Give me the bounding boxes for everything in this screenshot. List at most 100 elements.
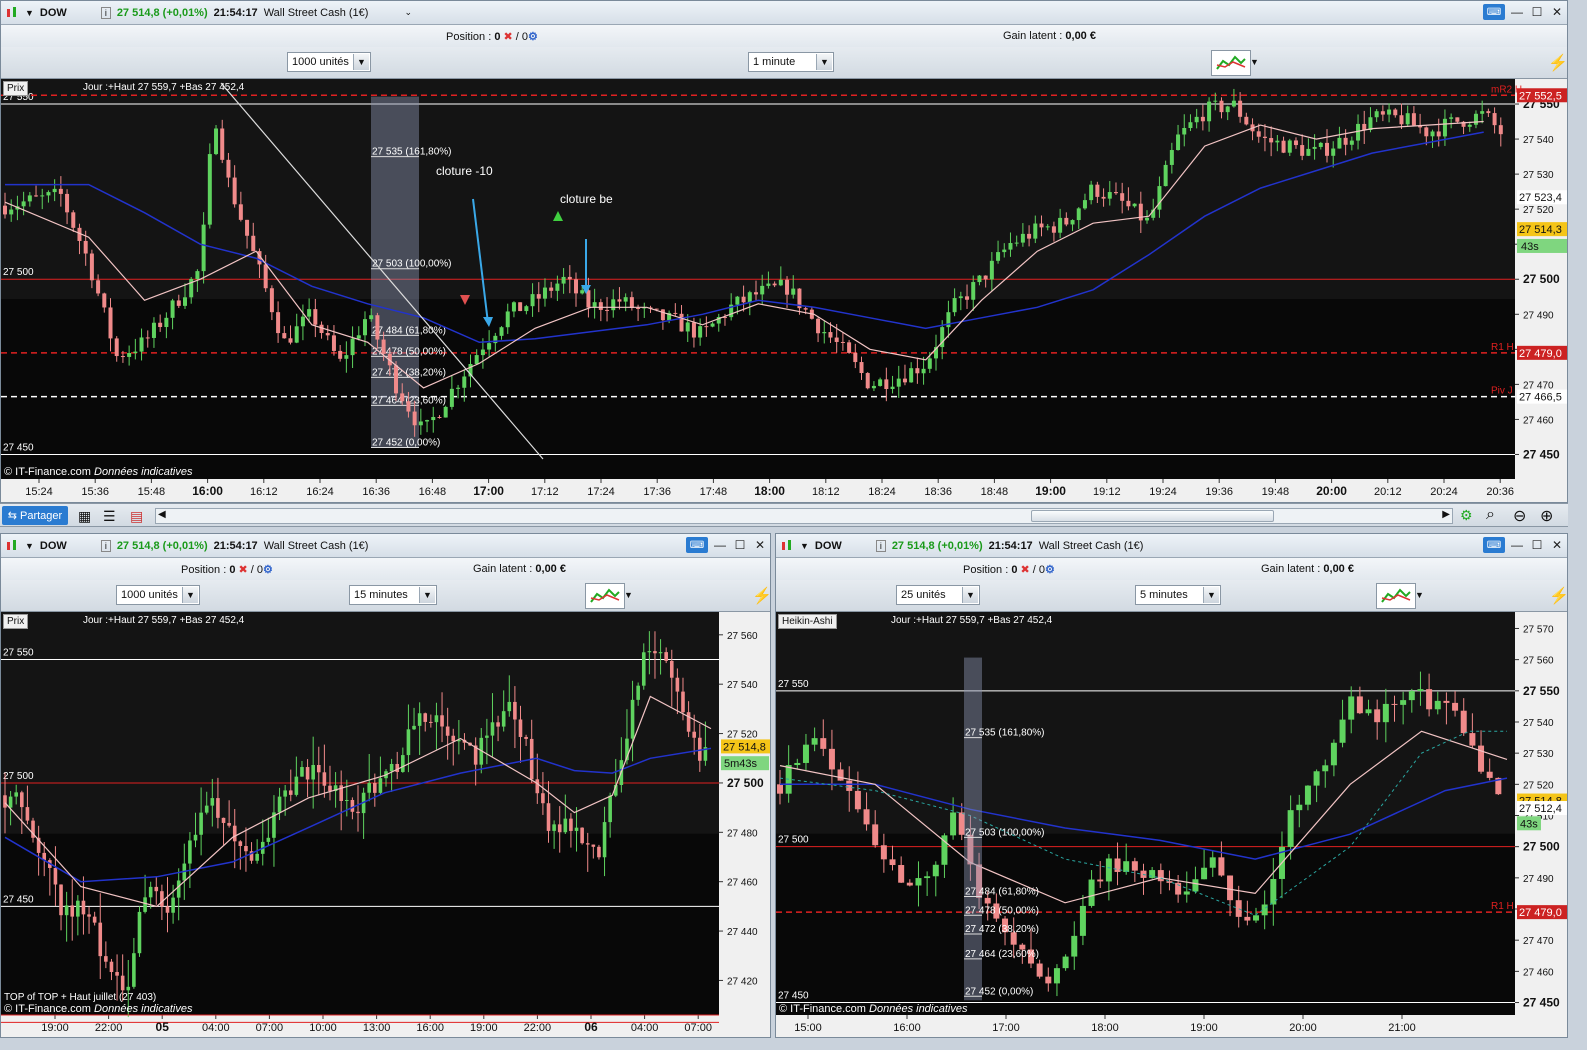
maximize-icon[interactable]: ☐ xyxy=(732,537,748,553)
time-tick-label: 16:00 xyxy=(192,484,223,498)
layout-icon[interactable]: ▦ xyxy=(78,508,91,525)
units-select[interactable]: 1000 unités ▼ xyxy=(116,585,200,605)
chart-style-dropdown-icon[interactable]: ▼ xyxy=(1415,590,1424,600)
left-toolbar: 1000 unités ▼ 15 minutes ▼ ▼ ⚡ xyxy=(1,580,770,612)
keyboard-icon[interactable]: ⌨ xyxy=(1483,537,1505,553)
candle-body xyxy=(8,796,13,808)
candle-body xyxy=(691,322,696,338)
plot-background-lower xyxy=(1,299,1515,479)
symbol-dropdown-icon[interactable]: ▼ xyxy=(25,541,34,551)
candle-body xyxy=(1088,879,1095,906)
list-icon[interactable]: ☰ xyxy=(103,508,116,525)
candle-body xyxy=(1238,100,1243,117)
scroll-right-icon[interactable]: ▶ xyxy=(1442,509,1450,520)
maximize-icon[interactable]: ☐ xyxy=(1529,4,1545,20)
candle-body xyxy=(1036,963,1043,977)
candle-body xyxy=(859,362,864,374)
candle-body xyxy=(151,322,156,338)
minimize-icon[interactable]: — xyxy=(712,537,728,553)
candle-body xyxy=(915,878,922,886)
zoom-fit-icon[interactable]: ⌕ xyxy=(1486,506,1495,524)
right-titlebar[interactable]: ▼ DOW i 27 514,8 (+0,01%) 21:54:17 Wall … xyxy=(776,534,1567,558)
scroll-thumb[interactable] xyxy=(1031,510,1274,522)
candle-body xyxy=(958,812,965,835)
candle-body xyxy=(524,306,529,312)
left-chart-area[interactable]: 27 550 27 500 27 450 27 420 27 440 27 460 27 4… xyxy=(1,612,770,1037)
timeframe-select[interactable]: 1 minute ▼ xyxy=(748,52,834,72)
scroll-left-icon[interactable]: ◀ xyxy=(158,509,166,520)
candle-body xyxy=(896,378,901,387)
candle-body xyxy=(1200,116,1205,122)
units-select[interactable]: 25 unités ▼ xyxy=(896,585,980,605)
candle-body xyxy=(518,719,523,737)
candle-body xyxy=(434,715,439,723)
close-icon[interactable]: ✕ xyxy=(1549,4,1565,20)
time-tick-label: 15:00 xyxy=(794,1022,822,1034)
chart-style-button[interactable] xyxy=(1211,50,1251,76)
time-tick-label: 16:12 xyxy=(250,486,278,498)
left-titlebar[interactable]: ▼ DOW i 27 514,8 (+0,01%) 21:54:17 Wall … xyxy=(1,534,770,558)
info-icon[interactable]: i xyxy=(875,539,886,552)
timeframe-select[interactable]: 5 minutes ▼ xyxy=(1135,585,1221,605)
units-select[interactable]: 1000 unités ▼ xyxy=(287,52,371,72)
candle-body xyxy=(1300,145,1305,156)
price-tick-label: 27 570 xyxy=(1523,624,1554,635)
chart-type-label[interactable]: Prix xyxy=(3,81,29,96)
close-icon[interactable]: ✕ xyxy=(1549,537,1565,553)
chart-style-dropdown-icon[interactable]: ▼ xyxy=(624,590,633,600)
candle-body xyxy=(300,316,305,327)
fibonacci-label: 27 535 (161,80%) xyxy=(372,147,452,158)
level-label: 27 550 xyxy=(778,679,809,690)
chart-style-dropdown-icon[interactable]: ▼ xyxy=(1250,57,1259,67)
candle-body xyxy=(863,809,870,825)
info-icon[interactable]: i xyxy=(100,6,111,19)
flash-icon[interactable]: ⚡ xyxy=(1549,586,1567,606)
candle-body xyxy=(1293,140,1298,146)
share-button[interactable]: ⇆ Partager xyxy=(2,506,68,525)
zoom-in-icon[interactable]: ⊕ xyxy=(1540,506,1553,526)
close-icon[interactable]: ✕ xyxy=(752,537,768,553)
candle-body xyxy=(1183,891,1190,895)
candle-body xyxy=(802,744,809,763)
candle-body xyxy=(429,721,433,723)
candle-body xyxy=(412,725,416,730)
candle-body xyxy=(803,308,808,310)
time-tick-label: 22:00 xyxy=(524,1022,552,1034)
timeframe-select[interactable]: 15 minutes ▼ xyxy=(349,585,437,605)
chart-style-button[interactable] xyxy=(585,583,625,609)
maximize-icon[interactable]: ☐ xyxy=(1529,537,1545,553)
chart-type-label[interactable]: Heikin-Ashi xyxy=(778,614,837,629)
candle-body xyxy=(1467,124,1472,127)
candle-body xyxy=(741,296,746,303)
candle-body xyxy=(89,253,94,281)
zoom-out-icon[interactable]: ⊖ xyxy=(1513,506,1526,526)
keyboard-icon[interactable]: ⌨ xyxy=(686,537,708,553)
copyright: © IT-Finance.com Données indicatives xyxy=(779,1003,968,1015)
fibonacci-label: 27 472 (38,20%) xyxy=(965,924,1039,935)
horizontal-scrollbar[interactable]: ◀ ▶ xyxy=(155,508,1453,524)
candle-body xyxy=(692,731,696,738)
chart-type-label[interactable]: Prix xyxy=(3,614,29,629)
candle-body xyxy=(1157,186,1162,210)
indicator-icon[interactable]: ⚙ xyxy=(1460,507,1473,524)
right-chart-area[interactable]: 27 550 27 500 27 450 27 450 27 460 27 470 27 4… xyxy=(776,612,1567,1037)
minimize-icon[interactable]: — xyxy=(1509,4,1525,20)
candle-body xyxy=(580,827,584,844)
flash-icon[interactable]: ⚡ xyxy=(1548,53,1567,73)
candle-body xyxy=(46,192,51,196)
chevron-down-icon: ▼ xyxy=(1203,587,1219,603)
candle-body xyxy=(952,298,957,313)
main-chart-area[interactable]: 27 550 27 500 27 450 27 535 (161,80%) 27 503… xyxy=(1,79,1567,502)
countdown-label: 5m43s xyxy=(724,758,758,770)
symbol-dropdown-icon[interactable]: ▼ xyxy=(800,541,809,551)
copyright: © IT-Finance.com Données indicatives xyxy=(4,1003,193,1015)
info-icon[interactable]: i xyxy=(100,539,111,552)
symbol-dropdown-icon[interactable]: ▼ xyxy=(25,8,34,18)
chart-style-button[interactable] xyxy=(1376,583,1416,609)
minimize-icon[interactable]: — xyxy=(1509,537,1525,553)
candle-body xyxy=(307,309,312,317)
table-icon[interactable]: ▤ xyxy=(130,508,143,525)
keyboard-icon[interactable]: ⌨ xyxy=(1483,4,1505,20)
flash-icon[interactable]: ⚡ xyxy=(752,586,770,606)
main-titlebar[interactable]: ▼ DOW i 27 514,8 (+0,01%) 21:54:17 Wall … xyxy=(1,1,1567,25)
